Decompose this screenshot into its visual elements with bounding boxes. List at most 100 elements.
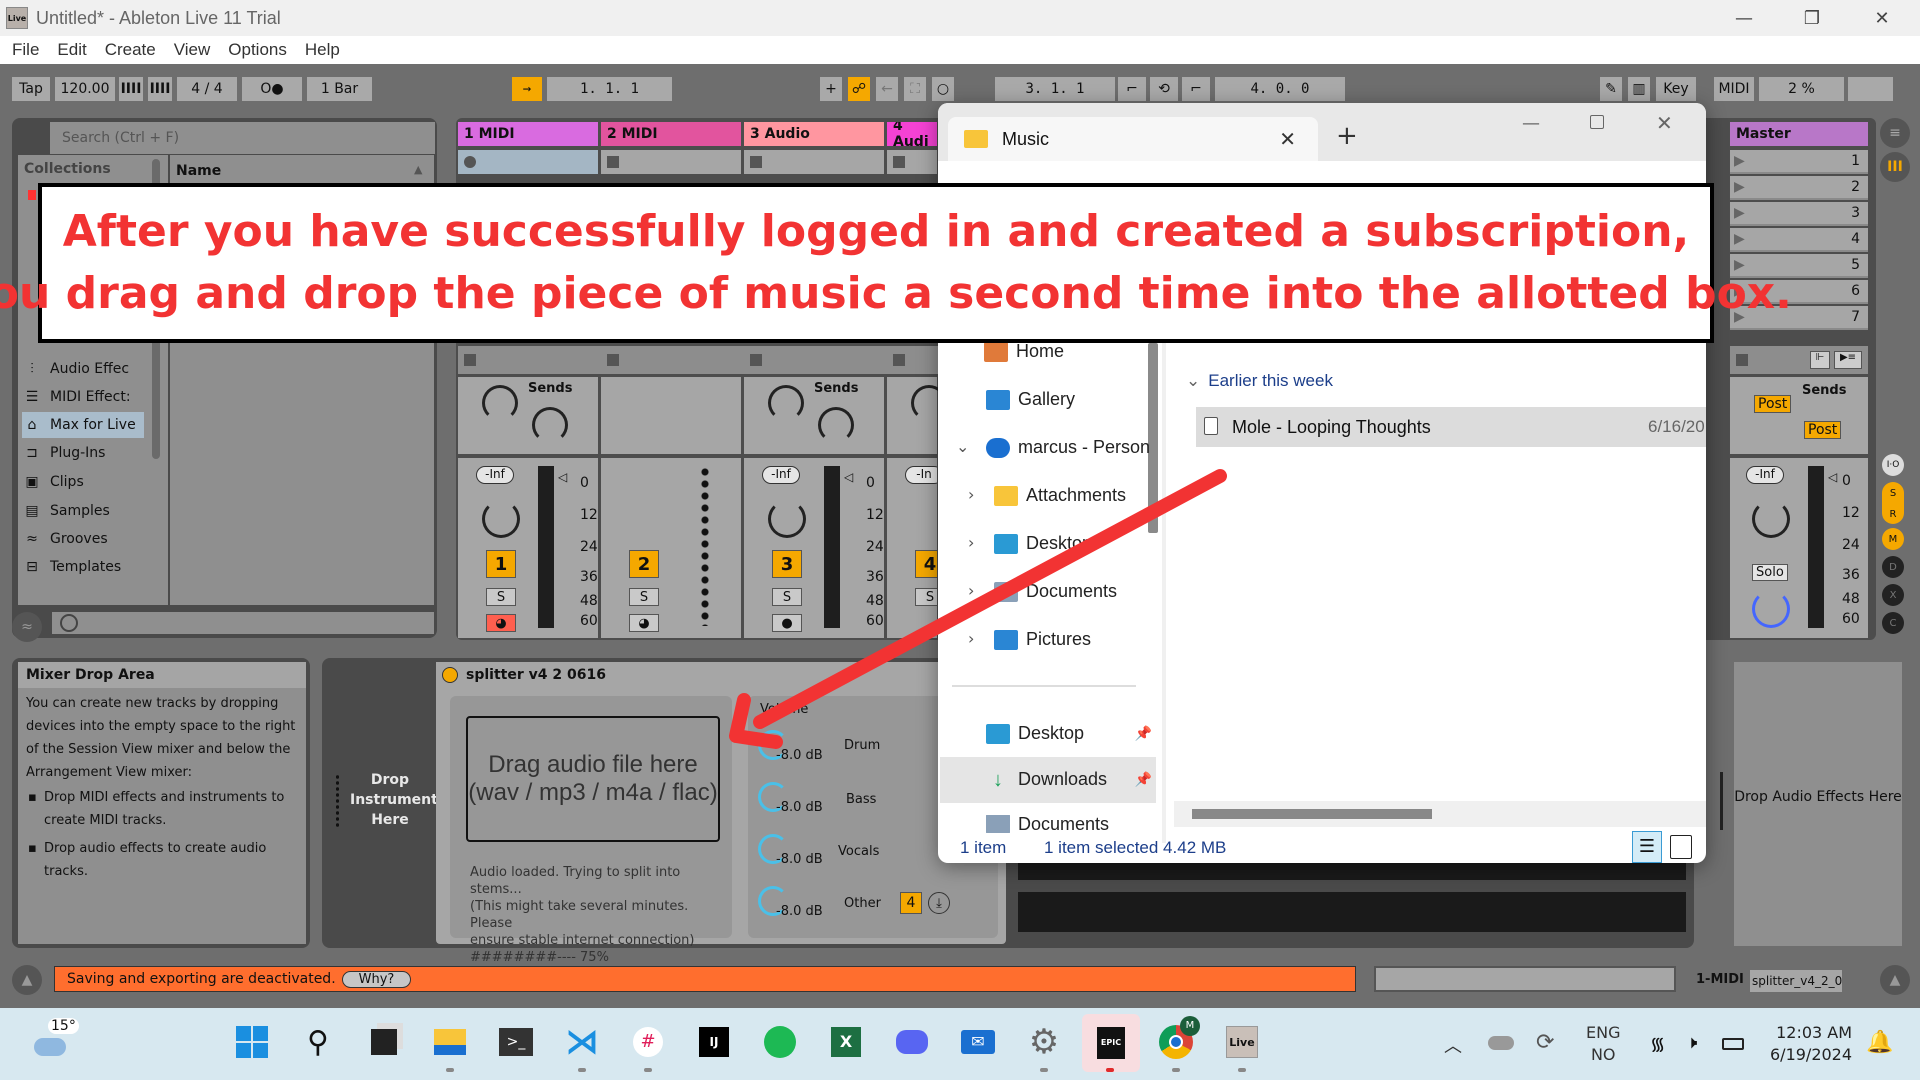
stop-clip-button[interactable] bbox=[464, 354, 476, 366]
detail-view-toggle-icon[interactable]: ▲ bbox=[1880, 965, 1910, 995]
loop-length[interactable]: 4. 0. 0 bbox=[1215, 77, 1345, 101]
clip-slot[interactable] bbox=[887, 150, 937, 174]
nav-item-desktop[interactable]: Desktop bbox=[994, 533, 1092, 554]
volume-value[interactable]: -Inf bbox=[476, 466, 514, 484]
session-record-icon[interactable]: ○ bbox=[932, 77, 954, 101]
expand-chevron-icon[interactable]: › bbox=[968, 629, 974, 648]
cue-volume-knob[interactable] bbox=[1752, 590, 1790, 628]
nav-item-pictures[interactable]: Pictures bbox=[994, 629, 1091, 650]
chrome-icon[interactable]: M bbox=[1156, 1016, 1200, 1062]
nav-item-home[interactable]: Home bbox=[984, 341, 1064, 362]
weather-widget[interactable]: 15° bbox=[28, 1018, 79, 1062]
capture-icon[interactable]: ⛶ bbox=[904, 77, 926, 101]
drop-instrument-zone[interactable]: Drop Instrument Here bbox=[350, 770, 438, 830]
explorer-close-button[interactable]: ✕ bbox=[1656, 111, 1673, 135]
clip-slot[interactable] bbox=[458, 150, 598, 174]
file-row-selected[interactable]: Mole - Looping Thoughts 6/16/20 bbox=[1196, 407, 1706, 447]
track-activator-button[interactable]: 1 bbox=[486, 550, 516, 578]
stop-clip-button[interactable] bbox=[607, 354, 619, 366]
device-power-icon[interactable] bbox=[442, 667, 458, 683]
expand-chevron-icon[interactable]: › bbox=[968, 533, 974, 552]
menu-help[interactable]: Help bbox=[305, 40, 340, 60]
start-button[interactable] bbox=[232, 1022, 272, 1062]
sync-tray-icon[interactable]: ⟳ bbox=[1536, 1030, 1554, 1055]
battery-icon[interactable] bbox=[1722, 1038, 1744, 1050]
explorer-minimize-button[interactable]: — bbox=[1522, 113, 1540, 134]
solo-button[interactable]: S bbox=[486, 588, 516, 606]
group-header[interactable]: ⌄ Earlier this week bbox=[1186, 371, 1333, 391]
expand-chevron-icon[interactable]: › bbox=[968, 581, 974, 600]
other-stem-number[interactable]: 4 bbox=[900, 892, 922, 914]
browser-item-templates[interactable]: ⊟ Templates bbox=[22, 554, 144, 580]
browser-item-midi-effects[interactable]: ☰ MIDI Effect: bbox=[22, 384, 144, 410]
browser-item-grooves[interactable]: ≈ Grooves bbox=[22, 526, 144, 552]
solo-button[interactable]: S bbox=[772, 588, 802, 606]
solo-cue-button[interactable]: Solo bbox=[1752, 564, 1788, 581]
volume-fader-handle[interactable]: ◁ bbox=[558, 470, 567, 484]
key-map-button[interactable]: Key bbox=[1656, 77, 1696, 101]
solo-button[interactable]: S bbox=[629, 588, 659, 606]
arm-button[interactable]: ● bbox=[772, 614, 802, 632]
overdub-icon[interactable]: + bbox=[820, 77, 842, 101]
download-icon[interactable]: ⤓ bbox=[928, 892, 950, 914]
scene-launch-4[interactable]: ▶ 4 bbox=[1730, 228, 1868, 252]
close-button[interactable]: ✕ bbox=[1854, 0, 1910, 36]
follow-icon[interactable]: → bbox=[512, 77, 542, 101]
nav-item-desktop-pinned[interactable]: Desktop 📌 bbox=[986, 723, 1156, 744]
intellij-icon[interactable]: IJ bbox=[694, 1022, 734, 1062]
track-header-3-audio[interactable]: 3 Audio bbox=[744, 122, 884, 146]
vscode-icon[interactable]: ⋊ bbox=[562, 1022, 602, 1062]
nudge-up-icon[interactable]: IIII bbox=[148, 77, 172, 101]
language-indicator[interactable]: ENG NO bbox=[1586, 1022, 1620, 1066]
metronome-toggle[interactable]: O● bbox=[242, 77, 302, 101]
minimize-button[interactable]: — bbox=[1716, 0, 1772, 36]
why-button[interactable]: Why? bbox=[341, 970, 412, 988]
quantize-select[interactable]: 1 Bar bbox=[307, 77, 372, 101]
menu-options[interactable]: Options bbox=[228, 40, 287, 60]
expand-chevron-icon[interactable]: › bbox=[968, 485, 974, 504]
browser-item-clips[interactable]: ▣ Clips bbox=[22, 469, 144, 495]
back-to-arrangement-icon[interactable]: ← bbox=[876, 77, 898, 101]
browser-item-samples[interactable]: ▤ Samples bbox=[22, 498, 144, 524]
search-icon[interactable]: ⚲ bbox=[298, 1022, 338, 1062]
scene-launch-1[interactable]: ▶ 1 bbox=[1730, 150, 1868, 174]
post-send-b-button[interactable]: Post bbox=[1804, 421, 1842, 439]
browser-item-max-for-live[interactable]: ⌂ Max for Live bbox=[22, 412, 144, 438]
scene-follow-icon[interactable]: ⊩ bbox=[1810, 351, 1830, 369]
sort-ascending-icon[interactable]: ▲ bbox=[414, 163, 422, 176]
collapse-chevron-icon[interactable]: ⌄ bbox=[956, 437, 969, 456]
explorer-tab-music[interactable]: Music ✕ bbox=[948, 117, 1318, 161]
io-toggle-button[interactable]: I·O bbox=[1882, 454, 1904, 476]
explorer-maximize-button[interactable] bbox=[1590, 115, 1604, 129]
keyboard-icon[interactable]: ▥ bbox=[1628, 77, 1650, 101]
new-tab-icon[interactable]: + bbox=[1336, 121, 1358, 151]
scene-launch-2[interactable]: ▶ 2 bbox=[1730, 176, 1868, 200]
mixer-toggle-button[interactable]: M bbox=[1882, 528, 1904, 550]
ableton-live-icon[interactable]: Live bbox=[1222, 1022, 1262, 1062]
file-explorer-icon[interactable] bbox=[430, 1022, 470, 1062]
track-header-2-midi[interactable]: 2 MIDI bbox=[601, 122, 741, 146]
automation-arm-icon[interactable]: ☍ bbox=[848, 77, 870, 101]
clock[interactable]: 12:03 AM 6/19/2024 bbox=[1770, 1022, 1852, 1066]
track-activator-button[interactable]: 3 bbox=[772, 550, 802, 578]
expand-icon[interactable]: ▲ bbox=[12, 965, 42, 995]
menu-view[interactable]: View bbox=[174, 40, 211, 60]
master-volume-value[interactable]: -Inf bbox=[1746, 466, 1784, 484]
nav-item-documents-pinned[interactable]: Documents bbox=[986, 815, 1156, 833]
nudge-down-icon[interactable]: IIII bbox=[119, 77, 143, 101]
send-b-knob[interactable] bbox=[532, 407, 568, 443]
loop-toggle-icon[interactable]: ⟲ bbox=[1150, 77, 1178, 101]
drop-audio-effects-zone[interactable]: Drop Audio Effects Here bbox=[1734, 662, 1902, 946]
loop-start[interactable]: 3. 1. 1 bbox=[995, 77, 1115, 101]
stop-clip-button[interactable] bbox=[750, 354, 762, 366]
crossfader-toggle-button[interactable]: X bbox=[1882, 584, 1904, 606]
browser-item-plugins[interactable]: ⊐ Plug-Ins bbox=[22, 440, 144, 466]
punch-out-icon[interactable]: ⌐ bbox=[1182, 77, 1210, 101]
slack-icon[interactable]: # bbox=[628, 1022, 668, 1062]
time-signature[interactable]: 4 / 4 bbox=[177, 77, 237, 101]
nav-item-documents[interactable]: Documents bbox=[994, 581, 1117, 602]
discord-icon[interactable] bbox=[892, 1022, 932, 1062]
master-fader-handle[interactable]: ◁ bbox=[1828, 470, 1837, 484]
track-header-1-midi[interactable]: 1 MIDI bbox=[458, 122, 598, 146]
terminal-icon[interactable]: >_ bbox=[496, 1022, 536, 1062]
